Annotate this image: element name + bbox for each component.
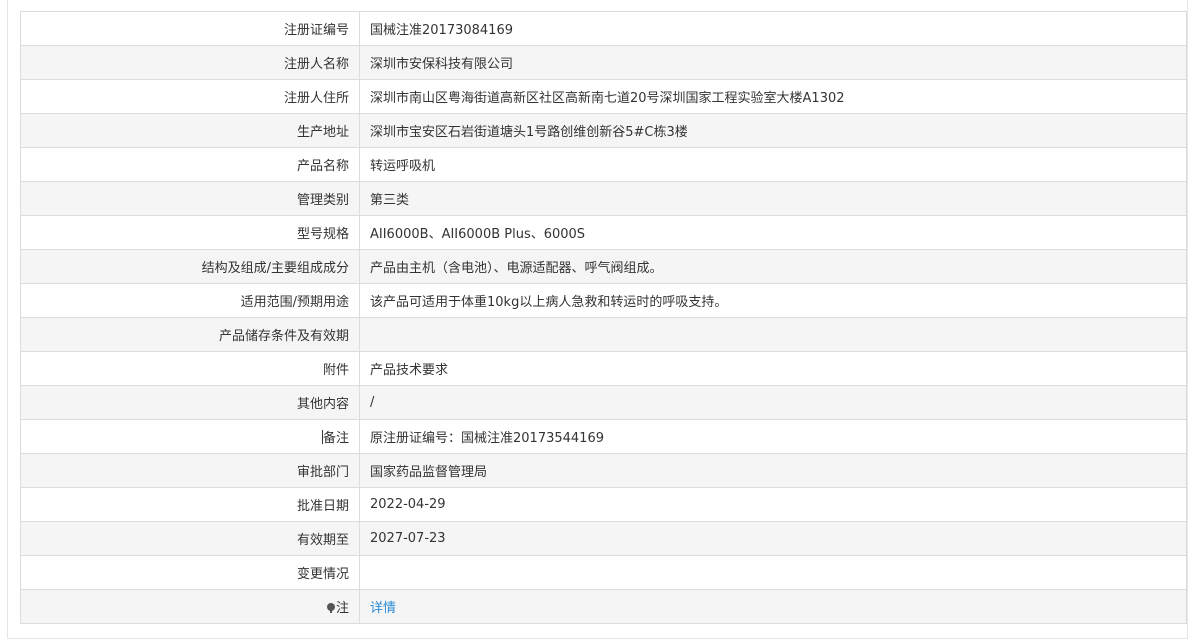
table-row: 附件 产品技术要求: [20, 351, 1187, 386]
row-value-valid-until: 2027-07-23: [359, 521, 1187, 556]
row-label-change-history: 变更情况: [20, 555, 360, 590]
row-label-management-category: 管理类别: [20, 181, 360, 216]
row-value-attachment: 产品技术要求: [359, 351, 1187, 386]
row-value-other-content: /: [359, 385, 1187, 420]
table-row: 注册人住所 深圳市南山区粤海街道高新区社区高新南七道20号深圳国家工程实验室大楼…: [20, 79, 1187, 114]
row-label-approval-date: 批准日期: [20, 487, 360, 522]
registration-detail-table: 注册证编号 国械注准20173084169 注册人名称 深圳市安保科技有限公司 …: [20, 11, 1187, 624]
table-row: 生产地址 深圳市宝安区石岩街道塘头1号路创维创新谷5#C栋3楼: [20, 113, 1187, 148]
row-value-product-name: 转运呼吸机: [359, 147, 1187, 182]
row-value-approval-department: 国家药品监督管理局: [359, 453, 1187, 488]
table-row: 结构及组成/主要组成成分 产品由主机（含电池）、电源适配器、呼气阀组成。: [20, 249, 1187, 284]
table-row: 产品名称 转运呼吸机: [20, 147, 1187, 182]
details-link[interactable]: 详情: [370, 601, 396, 616]
page: 注册证编号 国械注准20173084169 注册人名称 深圳市安保科技有限公司 …: [0, 0, 1191, 640]
row-value-intended-use: 该产品可适用于体重10kg以上病人急救和转运时的呼吸支持。: [359, 283, 1187, 318]
table-row: 注册证编号 国械注准20173084169: [20, 11, 1187, 46]
table-row: 注 详情: [20, 589, 1187, 624]
row-value-approval-date: 2022-04-29: [359, 487, 1187, 522]
row-label-note-cell: 注: [20, 589, 360, 624]
row-value-change-history: [359, 555, 1187, 590]
row-value-remarks: 原注册证编号：国械注准20173544169: [359, 419, 1187, 454]
row-label-registrant-name: 注册人名称: [20, 45, 360, 80]
row-value-production-address: 深圳市宝安区石岩街道塘头1号路创维创新谷5#C栋3楼: [359, 113, 1187, 148]
table-row: 备注 原注册证编号：国械注准20173544169: [20, 419, 1187, 454]
row-label-registrant-address: 注册人住所: [20, 79, 360, 114]
row-label-intended-use: 适用范围/预期用途: [20, 283, 360, 318]
table-row: 审批部门 国家药品监督管理局: [20, 453, 1187, 488]
row-value-note-cell: 详情: [359, 589, 1187, 624]
row-label-note: 注: [335, 601, 349, 616]
row-label-production-address: 生产地址: [20, 113, 360, 148]
row-label-storage-validity: 产品储存条件及有效期: [20, 317, 360, 352]
table-row: 有效期至 2027-07-23: [20, 521, 1187, 556]
row-label-structure-composition: 结构及组成/主要组成成分: [20, 249, 360, 284]
row-value-registrant-name: 深圳市安保科技有限公司: [359, 45, 1187, 80]
pin-icon: [326, 603, 335, 613]
table-row: 型号规格 AII6000B、AII6000B Plus、6000S: [20, 215, 1187, 250]
row-value-registrant-address: 深圳市南山区粤海街道高新区社区高新南七道20号深圳国家工程实验室大楼A1302: [359, 79, 1187, 114]
table-row: 注册人名称 深圳市安保科技有限公司: [20, 45, 1187, 80]
row-label-registration-number: 注册证编号: [20, 11, 360, 46]
table-row: 批准日期 2022-04-29: [20, 487, 1187, 522]
row-label-other-content: 其他内容: [20, 385, 360, 420]
row-label-product-name: 产品名称: [20, 147, 360, 182]
row-label-approval-department: 审批部门: [20, 453, 360, 488]
row-value-registration-number: 国械注准20173084169: [359, 11, 1187, 46]
table-row: 适用范围/预期用途 该产品可适用于体重10kg以上病人急救和转运时的呼吸支持。: [20, 283, 1187, 318]
table-row: 其他内容 /: [20, 385, 1187, 420]
row-value-structure-composition: 产品由主机（含电池）、电源适配器、呼气阀组成。: [359, 249, 1187, 284]
row-label-remarks-cell: 备注: [20, 419, 360, 454]
table-row: 管理类别 第三类: [20, 181, 1187, 216]
table-row: 变更情况: [20, 555, 1187, 590]
row-label-model-spec: 型号规格: [20, 215, 360, 250]
row-value-model-spec: AII6000B、AII6000B Plus、6000S: [359, 215, 1187, 250]
row-label-remarks: 备注: [322, 431, 349, 446]
row-label-attachment: 附件: [20, 351, 360, 386]
row-value-storage-validity: [359, 317, 1187, 352]
row-value-management-category: 第三类: [359, 181, 1187, 216]
row-label-valid-until: 有效期至: [20, 521, 360, 556]
table-row: 产品储存条件及有效期: [20, 317, 1187, 352]
